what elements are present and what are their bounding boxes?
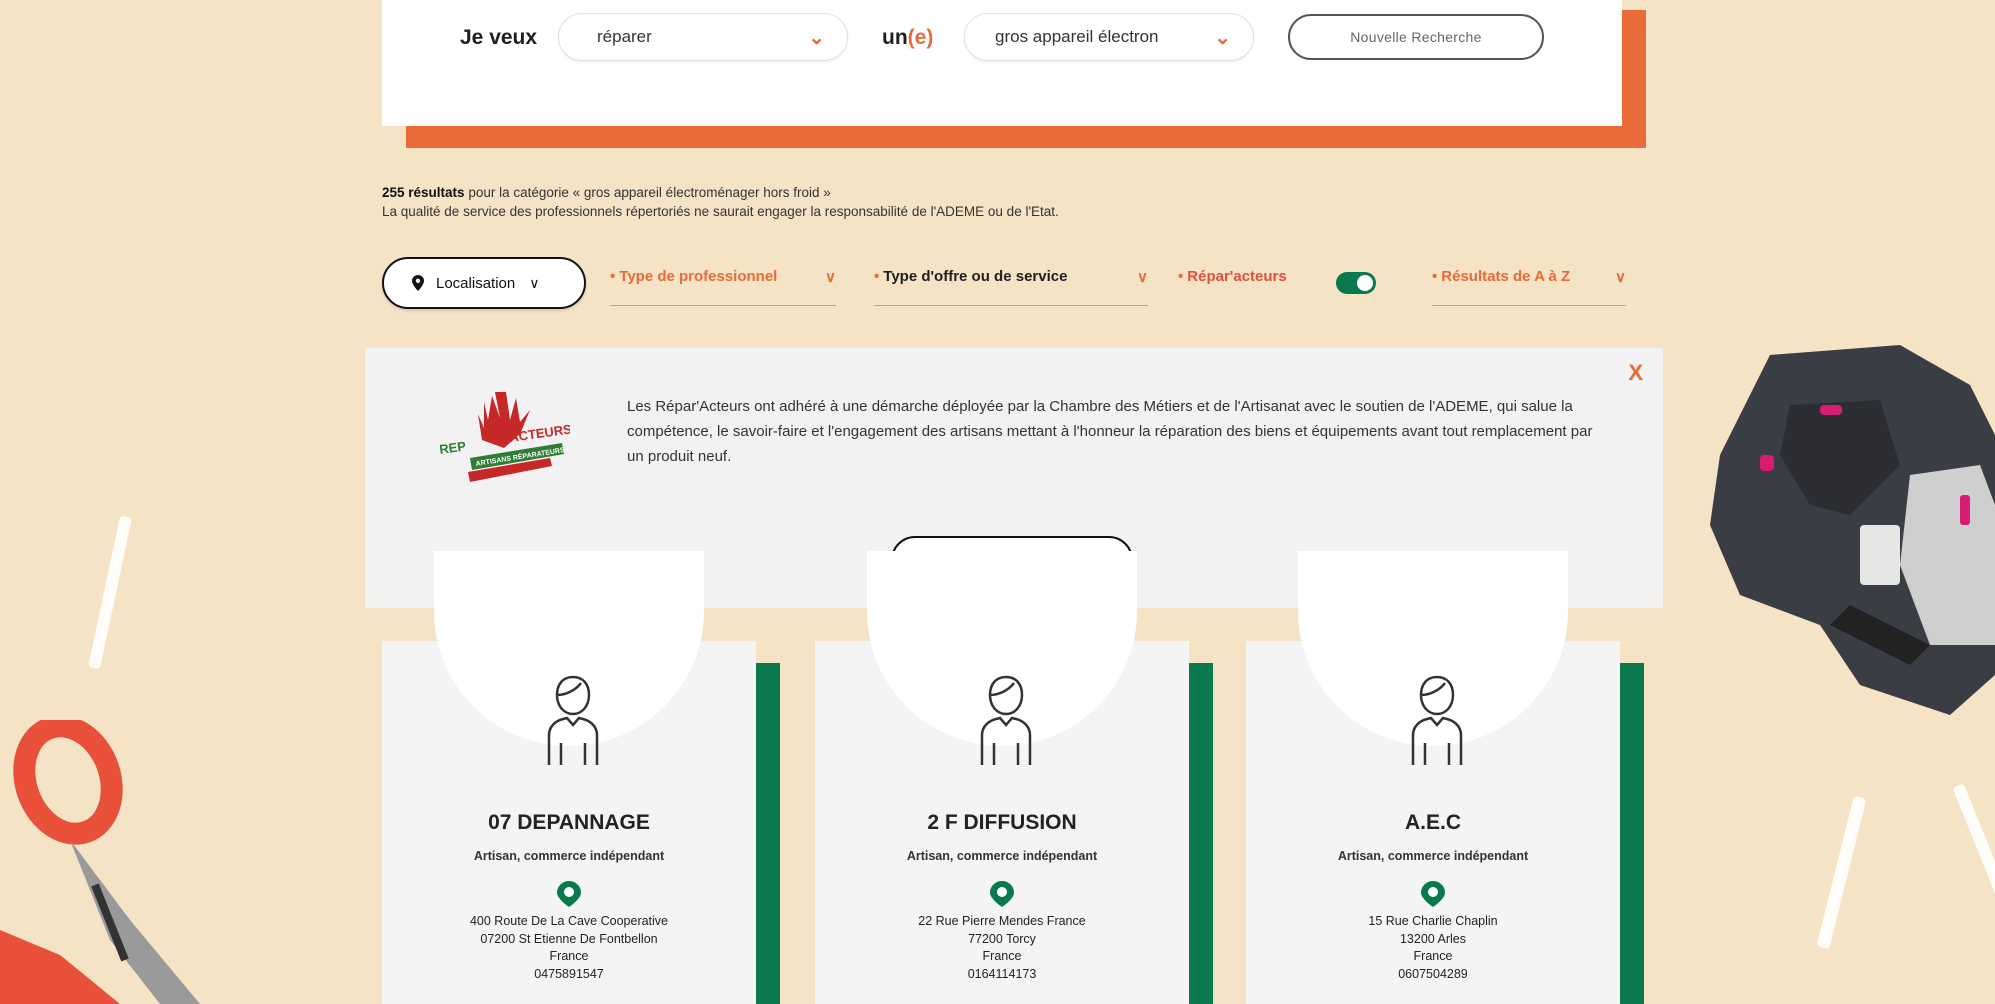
card-body: 07 DEPANNAGE Artisan, commerce indépenda… xyxy=(382,551,756,1004)
want-label: Je veux xyxy=(460,26,538,49)
chevron-down-icon: ⌄ xyxy=(1214,26,1231,49)
decorative-chalk-stick xyxy=(1816,795,1867,950)
results-category: pour la catégorie « gros appareil électr… xyxy=(464,185,831,200)
action-select[interactable]: réparer ⌄ xyxy=(558,13,848,61)
jigsaw-illustration xyxy=(1710,345,1995,715)
chevron-down-icon: ∨ xyxy=(529,274,540,291)
card-body: 2 F DIFFUSION Artisan, commerce indépend… xyxy=(815,551,1189,1004)
person-icon xyxy=(547,675,599,765)
bullet-dot-icon: • xyxy=(1432,268,1438,285)
card-phone: 0475891547 xyxy=(534,966,604,981)
person-icon xyxy=(1411,675,1463,765)
service-type-filter-label: Type d'offre ou de service xyxy=(883,268,1068,285)
card-address: 15 Rue Charlie Chaplin 13200 Arles Franc… xyxy=(1246,913,1620,983)
card-type: Artisan, commerce indépendant xyxy=(1337,849,1529,863)
object-label: un(e) xyxy=(882,26,934,49)
results-count: 255 résultats xyxy=(382,185,465,200)
person-icon xyxy=(980,675,1032,765)
sort-filter-label: Résultats de A à Z xyxy=(1441,268,1571,285)
chevron-down-icon: ∨ xyxy=(1137,269,1148,286)
svg-text:REP: REP xyxy=(440,438,467,457)
chevron-down-icon: ∨ xyxy=(825,269,836,286)
result-card[interactable]: 07 DEPANNAGE Artisan, commerce indépenda… xyxy=(382,551,780,1004)
map-pin-icon xyxy=(412,275,424,291)
reparacteurs-description: Les Répar'Acteurs ont adhéré à une démar… xyxy=(627,398,1593,465)
new-search-button[interactable]: Nouvelle Recherche xyxy=(1288,14,1544,60)
results-summary: 255 résultats pour la catégorie « gros a… xyxy=(382,183,1059,221)
close-icon[interactable]: X xyxy=(1628,360,1643,386)
scissors-illustration xyxy=(0,720,200,1004)
chevron-down-icon: ⌄ xyxy=(808,26,825,49)
reparacteurs-toggle[interactable] xyxy=(1336,272,1376,294)
category-select-value: gros appareil électron xyxy=(995,27,1159,46)
card-title: 07 DEPANNAGE xyxy=(488,811,650,834)
repar-pin-icon xyxy=(990,881,1014,907)
repar-pin-icon xyxy=(557,881,581,907)
card-title: A.E.C xyxy=(1404,811,1461,834)
results-disclaimer: La qualité de service des professionnels… xyxy=(382,204,1059,219)
reparacteurs-logo: REP ACTEURS ARTISANS RÉPARATEURS xyxy=(440,392,570,482)
localisation-filter[interactable]: Localisation ∨ xyxy=(382,257,586,309)
card-type: Artisan, commerce indépendant xyxy=(473,849,665,863)
card-address: 22 Rue Pierre Mendes France 77200 Torcy … xyxy=(815,913,1189,983)
action-select-value: réparer xyxy=(597,27,652,46)
card-address: 400 Route De La Cave Cooperative 07200 S… xyxy=(382,913,756,983)
decorative-chalk-stick xyxy=(1952,783,1995,927)
card-phone: 0607504289 xyxy=(1398,966,1468,981)
card-accent-bar xyxy=(1189,663,1213,1004)
result-card[interactable]: A.E.C Artisan, commerce indépendant 15 R… xyxy=(1246,551,1644,1004)
localisation-filter-label: Localisation xyxy=(436,274,516,292)
search-panel: Je veux réparer ⌄ un(e) gros appareil él… xyxy=(382,0,1622,126)
result-card[interactable]: 2 F DIFFUSION Artisan, commerce indépend… xyxy=(815,551,1213,1004)
card-accent-bar xyxy=(1620,663,1644,1004)
service-type-filter[interactable]: • Type d'offre ou de service ∨ xyxy=(874,268,1148,306)
chevron-down-icon: ∨ xyxy=(1615,269,1626,286)
card-phone: 0164114173 xyxy=(967,966,1037,981)
card-title: 2 F DIFFUSION xyxy=(927,811,1077,834)
bullet-dot-icon: • xyxy=(874,268,880,285)
card-accent-bar xyxy=(756,663,780,1004)
sort-filter[interactable]: • Résultats de A à Z ∨ xyxy=(1432,268,1626,306)
bullet-dot-icon: • xyxy=(610,268,616,285)
reparacteurs-filter-label: Répar'acteurs xyxy=(1187,268,1287,285)
category-select[interactable]: gros appareil électron ⌄ xyxy=(964,13,1254,61)
card-type: Artisan, commerce indépendant xyxy=(906,849,1098,863)
repar-pin-icon xyxy=(1421,881,1445,907)
professional-type-filter[interactable]: • Type de professionnel ∨ xyxy=(610,268,836,306)
decorative-chalk-stick xyxy=(88,515,132,670)
bullet-dot-icon: • xyxy=(1178,268,1184,285)
professional-type-filter-label: Type de professionnel xyxy=(619,268,778,285)
card-body: A.E.C Artisan, commerce indépendant 15 R… xyxy=(1246,551,1620,1004)
